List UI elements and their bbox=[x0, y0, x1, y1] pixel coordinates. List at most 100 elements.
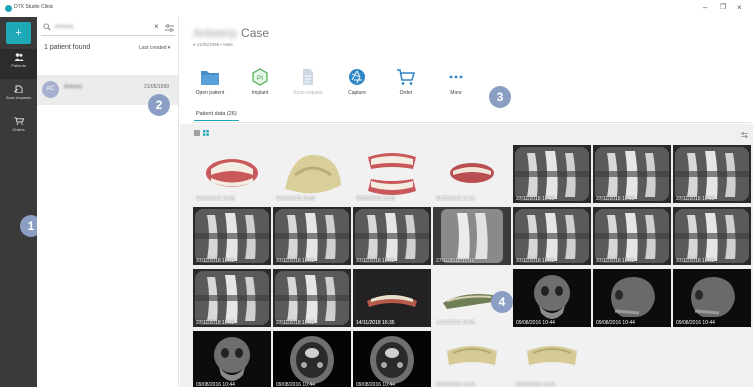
thumbnail-date: 27/11/2018 19:12 bbox=[196, 320, 235, 326]
thumbnail-date: 09/08/2016 10:44 bbox=[516, 320, 555, 326]
thumbnail-item[interactable]: 09/08/2016 10:44 bbox=[353, 331, 431, 387]
order-button[interactable]: Order bbox=[379, 68, 433, 96]
avatar: AC bbox=[42, 81, 59, 98]
scan-request-button[interactable]: Scan request bbox=[281, 68, 335, 96]
thumbnail-item[interactable]: 09/08/2016 10:44 bbox=[593, 269, 671, 327]
thumbnail-date: 09/08/2016 10:44 bbox=[596, 320, 635, 326]
thumbnail-item[interactable]: 22/09/2019 15:46 bbox=[273, 145, 351, 203]
thumbnail-item[interactable]: 27/11/2018 19:12 bbox=[193, 269, 271, 327]
thumbnail-item[interactable]: 27/11/2018 19:12 bbox=[513, 207, 591, 265]
filter-sliders-icon[interactable] bbox=[741, 132, 748, 138]
nav-item-orders[interactable]: Orders bbox=[0, 113, 37, 143]
thumbnail-grid: 22/09/2019 15:46 22/09/2019 15:46 28/05/20… bbox=[193, 145, 753, 387]
more-button[interactable]: More bbox=[429, 68, 483, 96]
thumbnail-date: 27/11/2018 19:12 bbox=[676, 258, 715, 264]
main-area: Antwerp Case ♦ 21/05/1999 • Male Open pat… bbox=[180, 17, 753, 387]
thumbnail-item[interactable]: 27/11/2018 19:12 bbox=[593, 145, 671, 203]
thumbnail-image bbox=[273, 269, 351, 327]
thumbnail-item[interactable]: 09/08/2016 10:44 bbox=[673, 269, 751, 327]
thumbnail-item[interactable]: 09/08/2016 10:44 bbox=[193, 331, 271, 387]
thumbnail-image bbox=[353, 331, 431, 387]
sort-select[interactable]: Last created ▾ bbox=[139, 45, 170, 51]
new-patient-button[interactable]: + bbox=[6, 22, 31, 44]
thumbnail-item[interactable]: 21/05/2019 12:16 bbox=[433, 145, 511, 203]
thumbnail-date: 27/11/2018 19:12 bbox=[516, 196, 555, 202]
svg-text:PI: PI bbox=[257, 75, 263, 82]
thumbnail-image bbox=[673, 269, 751, 327]
thumbnail-item[interactable]: 27/11/2018 19:12 bbox=[353, 207, 431, 265]
thumbnail-image bbox=[193, 145, 271, 203]
case-subtitle: ♦ 21/05/1999 • Male bbox=[193, 42, 233, 47]
filter-sliders-icon[interactable] bbox=[165, 24, 174, 32]
nav-item-patients[interactable]: Patients bbox=[0, 49, 37, 79]
thumbnail-item[interactable]: 22/09/2019 15:46 bbox=[193, 145, 271, 203]
thumbnail-image bbox=[353, 269, 431, 327]
users-icon bbox=[14, 53, 24, 61]
case-title-label: Case bbox=[241, 26, 270, 40]
app-logo-icon bbox=[5, 5, 12, 12]
thumbnail-item[interactable]: 27/11/2018 19:12 bbox=[673, 207, 751, 265]
thumbnail-date: 27/11/2018 19:12 bbox=[436, 258, 475, 264]
thumbnail-item[interactable]: 09/08/2016 10:44 bbox=[273, 331, 351, 387]
folder-icon bbox=[201, 71, 219, 85]
case-patient-name: Antwerp bbox=[193, 26, 238, 40]
thumbnail-item[interactable]: 03/06/2016 13:24 bbox=[513, 331, 591, 387]
thumbnail-item[interactable]: 27/11/2018 19:12 bbox=[273, 207, 351, 265]
grid-view-icon[interactable] bbox=[203, 130, 209, 136]
implant-label: Implant bbox=[251, 90, 269, 96]
thumbnail-image bbox=[673, 145, 751, 203]
thumbnail-image bbox=[193, 269, 271, 327]
capture-label: Capture bbox=[348, 90, 366, 96]
implant-button[interactable]: PI Implant bbox=[233, 68, 287, 96]
thumbnail-image bbox=[273, 207, 351, 265]
search-icon bbox=[43, 23, 51, 31]
thumbnail-date: 22/09/2019 15:46 bbox=[196, 196, 235, 202]
app-title: DTX Studio Clinic bbox=[14, 4, 54, 10]
thumbnail-date: 09/08/2016 10:44 bbox=[196, 382, 235, 387]
thumbnail-date: 03/06/2016 13:24 bbox=[436, 382, 475, 387]
thumbnail-image bbox=[353, 207, 431, 265]
thumbnail-image bbox=[513, 207, 591, 265]
scan-request-label: Scan request bbox=[293, 90, 323, 96]
nav-item-scan-requests[interactable]: Scan requests bbox=[0, 81, 37, 111]
capture-button[interactable]: Capture bbox=[330, 68, 384, 96]
thumbnail-date: 14/11/2018 16:35 bbox=[436, 320, 475, 326]
thumbnail-date: 27/11/2018 19:12 bbox=[276, 258, 315, 264]
thumbnail-item[interactable]: 09/08/2016 10:44 bbox=[513, 269, 591, 327]
thumbnail-image bbox=[593, 269, 671, 327]
thumbnail-item[interactable]: 27/11/2018 19:12 bbox=[273, 269, 351, 327]
maximize-button[interactable]: ❐ bbox=[720, 3, 726, 12]
thumbnail-image bbox=[353, 145, 431, 203]
thumbnail-date: 27/11/2018 19:12 bbox=[276, 320, 315, 326]
thumbnail-date: 27/11/2018 19:12 bbox=[196, 258, 235, 264]
patients-found-count: 1 patient found bbox=[44, 44, 91, 51]
thumbnail-item[interactable]: 03/06/2016 13:24 bbox=[433, 331, 511, 387]
search-input[interactable]: Antwerp × bbox=[41, 20, 175, 36]
thumbnail-image bbox=[673, 207, 751, 265]
more-label: More bbox=[450, 90, 462, 96]
minimize-button[interactable]: – bbox=[703, 3, 707, 12]
tab-patient-data[interactable]: Patient data (26) bbox=[194, 111, 239, 121]
left-nav: + Patients Scan requests Orders 1 bbox=[0, 17, 42, 387]
thumbnail-item[interactable]: 28/05/2019 16:38 bbox=[353, 145, 431, 203]
thumbnail-date: 09/08/2016 10:44 bbox=[356, 382, 395, 387]
list-view-icon[interactable] bbox=[194, 130, 200, 136]
thumbnail-date: 03/06/2016 13:24 bbox=[516, 382, 555, 387]
close-button[interactable]: × bbox=[737, 3, 742, 12]
search-value: Antwerp bbox=[55, 24, 74, 30]
clear-search-button[interactable]: × bbox=[154, 22, 159, 31]
thumbnail-item[interactable]: 27/11/2018 19:12 bbox=[193, 207, 271, 265]
open-patient-button[interactable]: Open patient bbox=[183, 68, 237, 96]
cart-icon bbox=[397, 69, 415, 85]
thumbnail-item[interactable]: 27/11/2018 19:12 bbox=[593, 207, 671, 265]
thumbnail-date: 27/11/2018 19:12 bbox=[516, 258, 555, 264]
thumbnail-item[interactable]: 27/11/2018 19:12 bbox=[513, 145, 591, 203]
document-icon bbox=[303, 69, 313, 85]
nav-label-scan-requests: Scan requests bbox=[5, 95, 32, 100]
thumbnail-image bbox=[273, 145, 351, 203]
thumbnail-item[interactable]: 14/11/2018 16:35 bbox=[353, 269, 431, 327]
thumbnail-date: 27/11/2018 19:12 bbox=[676, 196, 715, 202]
thumbnail-date: 27/11/2018 19:12 bbox=[356, 258, 395, 264]
thumbnail-item[interactable]: 27/11/2018 19:12 bbox=[673, 145, 751, 203]
thumbnail-item[interactable]: 27/11/2018 19:12 bbox=[433, 207, 511, 265]
